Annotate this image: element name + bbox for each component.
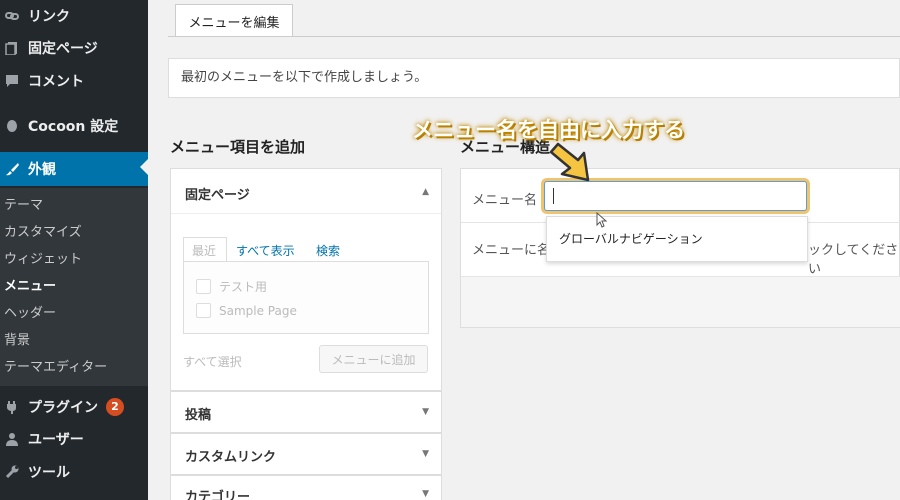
submenu-menus[interactable]: メニュー (4, 275, 56, 299)
submenu-background[interactable]: 背景 (4, 329, 30, 353)
accordion-title: カテゴリー (185, 490, 251, 500)
submenu-widgets[interactable]: ウィジェット (4, 248, 82, 272)
posts-accordion[interactable]: 投稿 ▼ (170, 391, 442, 433)
list-item[interactable]: テスト用 (196, 278, 267, 295)
panel-divider (171, 213, 441, 214)
list-item[interactable]: Sample Page (196, 303, 297, 318)
submenu-theme-editor[interactable]: テーマエディター (4, 356, 107, 380)
wrench-icon (4, 464, 20, 480)
expand-arrow-icon: ▼ (422, 489, 429, 499)
paintbrush-icon (4, 161, 20, 177)
tab-search[interactable]: 検索 (316, 242, 340, 259)
menu-help-text-end: ックしてください (808, 243, 899, 277)
expand-arrow-icon: ▼ (422, 407, 429, 417)
tab-recent[interactable]: 最近 (192, 242, 216, 259)
sidebar-item-plugins[interactable]: プラグイン 2 (0, 392, 148, 422)
link-icon (4, 8, 20, 24)
sidebar-item-label: ユーザー (28, 432, 84, 448)
user-icon (4, 431, 20, 447)
accordion-title: 投稿 (185, 408, 212, 423)
sidebar-item-users[interactable]: ユーザー (0, 424, 148, 454)
sidebar-item-appearance[interactable]: 外観 (0, 152, 148, 186)
expand-arrow-icon: ▼ (422, 449, 429, 459)
checkbox[interactable] (196, 303, 211, 318)
comment-icon (4, 73, 20, 89)
sidebar-item-links[interactable]: リンク (0, 1, 148, 31)
appearance-submenu: テーマ カスタマイズ ウィジェット メニュー ヘッダー 背景 テーマエディター (0, 188, 148, 386)
page-icon (4, 40, 20, 56)
categories-accordion[interactable]: カテゴリー ▼ (170, 475, 442, 500)
sidebar-item-label: Cocoon 設定 (28, 119, 119, 135)
tab-view-all[interactable]: すべて表示 (236, 242, 295, 259)
submenu-themes[interactable]: テーマ (4, 194, 43, 218)
sidebar-item-label: コメント (28, 74, 84, 90)
submenu-customize[interactable]: カスタマイズ (4, 221, 82, 245)
mouse-cursor-icon (596, 212, 608, 228)
sidebar-item-comments[interactable]: コメント (0, 66, 148, 96)
notice-box: 最初のメニューを以下で作成しましょう。 (168, 58, 900, 98)
tab-divider (168, 36, 900, 37)
accordion-title: カスタムリンク (185, 450, 277, 465)
select-all-label[interactable]: すべて選択 (183, 353, 242, 370)
plugin-icon (4, 399, 20, 415)
page-item-label: テスト用 (219, 280, 268, 294)
tab-edit-menus[interactable]: メニューを編集 (175, 4, 293, 37)
collapse-arrow-icon[interactable]: ▲ (422, 187, 429, 197)
sidebar-item-pages[interactable]: 固定ページ (0, 33, 148, 63)
admin-sidebar: リンク 固定ページ コメント Cocoon 設定 外観 テーマ カスタマイズ ウ… (0, 0, 148, 500)
autocomplete-suggestion[interactable]: グローバルナビゲーション (546, 216, 808, 262)
sidebar-item-label: 外観 (28, 162, 56, 178)
checkbox[interactable] (196, 279, 211, 294)
custom-links-accordion[interactable]: カスタムリンク ▼ (170, 433, 442, 475)
sidebar-item-cocoon[interactable]: Cocoon 設定 (0, 111, 148, 141)
add-menu-items-heading: メニュー項目を追加 (170, 138, 306, 156)
pages-accordion-title[interactable]: 固定ページ (185, 184, 250, 203)
add-to-menu-button[interactable]: メニューに追加 (319, 345, 428, 373)
sidebar-item-tools[interactable]: ツール (0, 457, 148, 487)
cocoon-icon (4, 118, 20, 134)
submenu-header[interactable]: ヘッダー (4, 302, 56, 326)
menu-help-text-start: メニューに名 (472, 243, 551, 258)
sidebar-item-label: 固定ページ (28, 41, 98, 57)
sidebar-item-label: プラグイン (28, 400, 98, 416)
page-item-label: Sample Page (219, 303, 297, 318)
menu-footer-area (461, 277, 900, 327)
menu-name-label: メニュー名 (472, 193, 538, 208)
page-list-box (183, 261, 429, 334)
update-count-badge: 2 (106, 398, 124, 416)
text-caret (553, 188, 554, 204)
arrow-pointer-icon (549, 142, 590, 182)
sidebar-item-label: ツール (28, 465, 70, 481)
sidebar-item-label: リンク (28, 9, 70, 25)
